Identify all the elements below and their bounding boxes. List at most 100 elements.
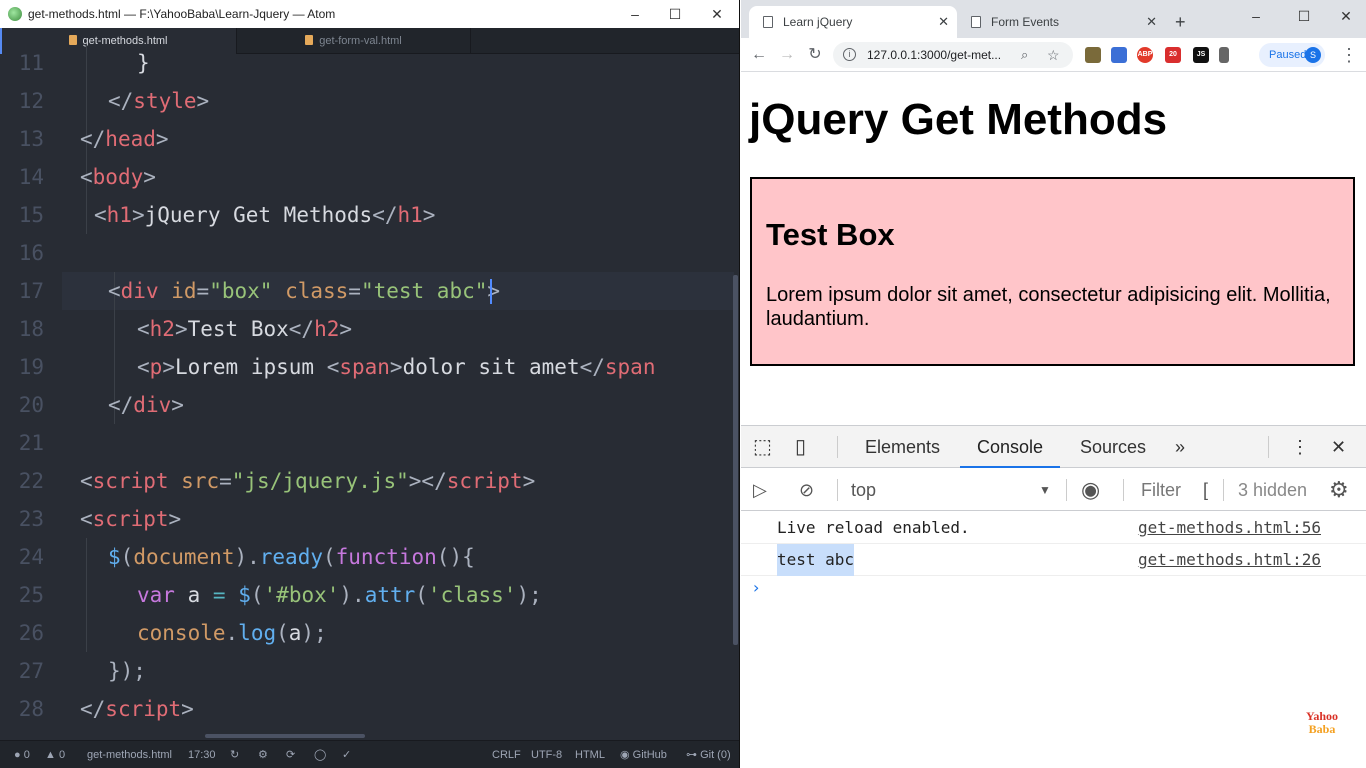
maximize-icon[interactable]: ☐ bbox=[1289, 6, 1319, 26]
profile-status: Paused bbox=[1269, 49, 1307, 61]
console-source-link[interactable]: get-methods.html:56 bbox=[1138, 512, 1321, 544]
line-number: 11 bbox=[18, 51, 44, 75]
url-text: 127.0.0.1:3000/get-met... bbox=[867, 48, 1002, 62]
browser-tab-label: Form Events bbox=[991, 15, 1060, 29]
browser-tab-learn-jquery[interactable]: Learn jQuery ✕ bbox=[749, 6, 957, 38]
code-line-13: </head> bbox=[80, 127, 169, 151]
circle-icon[interactable]: ◯ bbox=[314, 741, 326, 768]
tab-console[interactable]: Console bbox=[960, 426, 1061, 468]
line-number: 21 bbox=[18, 431, 44, 455]
menu-icon[interactable]: ⋮ bbox=[1337, 43, 1361, 67]
zoom-icon[interactable]: ⌕ bbox=[1021, 42, 1028, 68]
devtools-close-icon[interactable]: ✕ bbox=[1331, 426, 1346, 468]
box-text: Lorem ipsum dolor sit amet, consectetur … bbox=[766, 284, 1331, 330]
levels-icon[interactable]: [ bbox=[1203, 469, 1208, 511]
forward-icon[interactable]: → bbox=[775, 43, 799, 67]
line-number: 28 bbox=[18, 697, 44, 721]
reload-icon[interactable]: ↻ bbox=[803, 43, 827, 67]
extension-adblock-icon[interactable]: ABP bbox=[1137, 47, 1153, 63]
console-message-text: test abc bbox=[777, 544, 855, 576]
context-selector[interactable]: top ▼ bbox=[851, 469, 1051, 511]
line-ending[interactable]: CRLF bbox=[492, 741, 521, 768]
filter-input[interactable]: Filter bbox=[1141, 469, 1181, 511]
warning-count[interactable]: ▲ 0 bbox=[45, 741, 65, 768]
file-encoding[interactable]: UTF-8 bbox=[531, 741, 562, 768]
bookmark-star-icon[interactable]: ☆ bbox=[1047, 42, 1060, 68]
atom-window-title: get-methods.html — F:\YahooBaba\Learn-Jq… bbox=[28, 7, 336, 21]
code-line-24: $(document).ready(function(){ bbox=[108, 545, 475, 569]
code-line-17: <div id="box" class="test abc"> bbox=[108, 279, 501, 303]
line-number: 24 bbox=[18, 545, 44, 569]
check-icon[interactable]: ✓ bbox=[342, 741, 351, 768]
close-icon[interactable]: ✕ bbox=[702, 4, 732, 24]
extension-pi-icon[interactable]: 20 bbox=[1165, 47, 1181, 63]
line-number: 12 bbox=[18, 89, 44, 113]
line-number: 17 bbox=[18, 279, 44, 303]
extension-download-icon[interactable] bbox=[1111, 47, 1127, 63]
github-button[interactable]: ◉ GitHub bbox=[620, 741, 667, 768]
hidden-count[interactable]: 3 hidden bbox=[1238, 469, 1307, 511]
horizontal-scrollbar[interactable] bbox=[205, 734, 365, 738]
status-cursor-position[interactable]: 17:30 bbox=[188, 741, 216, 768]
grammar-selector[interactable]: HTML bbox=[575, 741, 605, 768]
inspect-element-icon[interactable]: ⬚ bbox=[753, 426, 772, 468]
line-number: 15 bbox=[18, 203, 44, 227]
sync-icon[interactable]: ↻ bbox=[230, 741, 239, 768]
line-number: 22 bbox=[18, 469, 44, 493]
console-message: test abc get-methods.html:26 bbox=[741, 544, 1366, 576]
minimize-icon[interactable]: – bbox=[620, 4, 650, 24]
eye-icon[interactable]: ◉ bbox=[1081, 469, 1100, 511]
console-source-link[interactable]: get-methods.html:26 bbox=[1138, 544, 1321, 576]
code-line-15: <h1>jQuery Get Methods</h1> bbox=[94, 203, 436, 227]
close-tab-icon[interactable]: ✕ bbox=[1146, 6, 1157, 38]
loop-icon[interactable]: ⟳ bbox=[286, 741, 295, 768]
sidebar-toggle-icon[interactable]: ▷ bbox=[753, 469, 767, 511]
line-number: 13 bbox=[18, 127, 44, 151]
console-prompt-icon[interactable]: › bbox=[753, 578, 759, 597]
tab-elements[interactable]: Elements bbox=[865, 426, 940, 468]
extension-js-icon[interactable]: JS bbox=[1193, 47, 1209, 63]
test-box: Test Box Lorem ipsum dolor sit amet, con… bbox=[750, 177, 1355, 366]
address-bar[interactable]: i 127.0.0.1:3000/get-met... ⌕ ☆ bbox=[833, 42, 1073, 68]
code-editor[interactable]: } </style> </head> <body> <h1>jQuery Get… bbox=[62, 44, 737, 734]
back-icon[interactable]: ← bbox=[747, 43, 771, 67]
line-number: 14 bbox=[18, 165, 44, 189]
git-icon: ⊶ bbox=[686, 749, 697, 761]
atom-editor-window: get-methods.html — F:\YahooBaba\Learn-Jq… bbox=[0, 0, 740, 768]
vertical-scrollbar[interactable] bbox=[733, 275, 738, 645]
devtools-menu-icon[interactable]: ⋮ bbox=[1291, 426, 1309, 468]
atom-logo-icon bbox=[8, 7, 22, 21]
context-value: top bbox=[851, 480, 877, 500]
line-number: 25 bbox=[18, 583, 44, 607]
code-line-27: }); bbox=[108, 659, 146, 683]
package-icon[interactable]: ⚙ bbox=[258, 741, 268, 768]
text-cursor bbox=[490, 279, 492, 304]
info-icon[interactable]: i bbox=[843, 48, 856, 61]
line-number: 26 bbox=[18, 621, 44, 645]
line-number: 20 bbox=[18, 393, 44, 417]
git-button[interactable]: ⊶ Git (0) bbox=[686, 741, 731, 768]
page-icon bbox=[763, 16, 773, 28]
extension-bookmark-icon[interactable] bbox=[1219, 47, 1229, 63]
new-tab-button[interactable]: + bbox=[1175, 6, 1199, 38]
clear-console-icon[interactable]: ⊘ bbox=[799, 469, 814, 511]
close-icon[interactable]: ✕ bbox=[1331, 6, 1361, 26]
tab-sources[interactable]: Sources bbox=[1080, 426, 1146, 468]
status-file-name[interactable]: get-methods.html bbox=[87, 741, 172, 768]
page-icon bbox=[971, 16, 981, 28]
atom-title-bar: get-methods.html — F:\YahooBaba\Learn-Jq… bbox=[0, 0, 739, 28]
code-line-20: </div> bbox=[108, 393, 184, 417]
browser-tab-form-events[interactable]: Form Events ✕ bbox=[957, 6, 1165, 38]
console-output: Live reload enabled. get-methods.html:56… bbox=[741, 512, 1366, 768]
profile-button[interactable]: Paused S bbox=[1259, 43, 1325, 67]
maximize-icon[interactable]: ☐ bbox=[660, 4, 690, 24]
error-count[interactable]: ● 0 bbox=[14, 741, 30, 768]
extension-eyedropper-icon[interactable] bbox=[1085, 47, 1101, 63]
device-toolbar-icon[interactable]: ▯ bbox=[795, 426, 806, 468]
close-tab-icon[interactable]: ✕ bbox=[938, 6, 949, 38]
more-tabs-icon[interactable]: » bbox=[1175, 426, 1185, 468]
avatar: S bbox=[1305, 47, 1321, 63]
code-line-23: <script> bbox=[80, 507, 182, 531]
minimize-icon[interactable]: – bbox=[1241, 6, 1271, 26]
settings-gear-icon[interactable]: ⚙ bbox=[1329, 469, 1349, 511]
